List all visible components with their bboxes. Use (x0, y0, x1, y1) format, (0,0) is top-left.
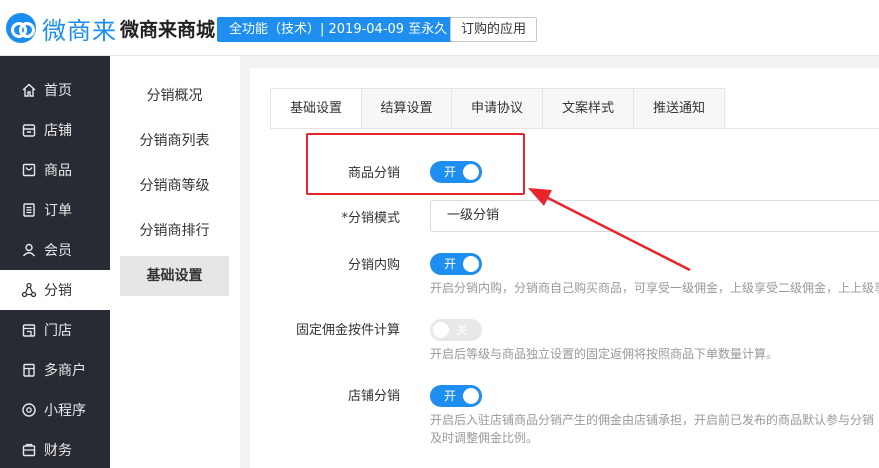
distribution-mode-label: *分销模式 (341, 211, 400, 226)
subnav-item-distributor-ranking[interactable]: 分销商排行 (120, 211, 229, 251)
sidebar-item-multi-merchant[interactable]: 多商户 (0, 350, 110, 390)
distribution-mode-select[interactable]: 一级分销 (430, 200, 879, 232)
home-icon (21, 82, 37, 98)
multi-merchant-icon (21, 362, 37, 378)
main-sidebar: 首页 店铺 商品 订单 会员 分销 门店 多商户 小程序 财务 (0, 56, 110, 468)
sidebar-item-label: 小程序 (44, 403, 86, 419)
sidebar-item-label: 分销 (44, 283, 72, 299)
tab-copy-style[interactable]: 文案样式 (543, 88, 634, 129)
sidebar-item-order[interactable]: 订单 (0, 190, 110, 230)
top-header: 微商来 微商来商城 全功能（技术）| 2019-04-09 至永久 订购的应用 (0, 0, 879, 56)
logo[interactable]: 微商来 (6, 12, 117, 45)
secondary-sidebar: 分销概况 分销商列表 分销商等级 分销商排行 基础设置 (110, 56, 240, 468)
store-name: 微商来商城 (120, 19, 216, 41)
subnav-item-overview[interactable]: 分销概况 (120, 76, 229, 116)
sidebar-item-label: 首页 (44, 83, 72, 99)
sidebar-item-label: 财务 (44, 443, 72, 459)
subnav-item-basic-settings[interactable]: 基础设置 (120, 256, 229, 296)
distribution-icon (21, 282, 37, 298)
sidebar-item-label: 店铺 (44, 123, 72, 139)
sidebar-item-mini-program[interactable]: 小程序 (0, 390, 110, 430)
sidebar-item-member[interactable]: 会员 (0, 230, 110, 270)
store-icon (21, 122, 37, 138)
settings-tabs: 基础设置 结算设置 申请协议 文案样式 推送通知 (270, 88, 725, 129)
toggle-knob (463, 388, 479, 404)
sidebar-item-shop[interactable]: 门店 (0, 310, 110, 350)
member-icon (21, 242, 37, 258)
finance-icon (21, 442, 37, 458)
ordered-apps-button[interactable]: 订购的应用 (450, 17, 538, 42)
tab-underline (270, 128, 879, 129)
tab-application-agreement[interactable]: 申请协议 (452, 88, 543, 129)
sidebar-item-product[interactable]: 商品 (0, 150, 110, 190)
toggle-state-text: 开 (444, 389, 457, 403)
toggle-state-text: 开 (444, 257, 457, 271)
sidebar-item-label: 商品 (44, 163, 72, 179)
plan-badge[interactable]: 全功能（技术）| 2019-04-09 至永久 (217, 17, 460, 42)
toggle-state-text: 关 (456, 323, 469, 337)
store-distribution-hint-line2: 及时调整佣金比例。 (430, 431, 539, 445)
sidebar-item-distribution[interactable]: 分销 (0, 270, 110, 310)
highlight-box (306, 133, 525, 195)
internal-purchase-label: 分销内购 (347, 258, 400, 273)
tab-settlement-settings[interactable]: 结算设置 (362, 88, 452, 129)
product-icon (21, 162, 37, 178)
subnav-item-distributor-list[interactable]: 分销商列表 (120, 121, 229, 161)
tab-basic-settings[interactable]: 基础设置 (270, 88, 362, 129)
internal-purchase-hint: 开启分销内购，分销商自己购买商品，可享受一级佣金，上级享受二级佣金，上上级享 (430, 281, 879, 295)
sidebar-item-label: 订单 (44, 203, 72, 219)
sidebar-item-label: 门店 (44, 323, 72, 339)
settings-panel: 基础设置 结算设置 申请协议 文案样式 推送通知 商品分销 开 *分销模式 一级… (250, 68, 879, 468)
sidebar-item-finance[interactable]: 财务 (0, 430, 110, 468)
fixed-commission-hint: 开启后等级与商品独立设置的固定返佣将按照商品下单数量计算。 (430, 347, 779, 361)
sidebar-item-store[interactable]: 店铺 (0, 110, 110, 150)
logo-text: 微商来 (42, 16, 117, 45)
toggle-knob (433, 322, 449, 338)
mini-program-icon (21, 402, 37, 418)
store-distribution-toggle[interactable]: 开 (430, 385, 482, 407)
internal-purchase-toggle[interactable]: 开 (430, 253, 482, 275)
fixed-commission-toggle[interactable]: 关 (430, 319, 482, 341)
tab-push-notification[interactable]: 推送通知 (634, 88, 725, 129)
toggle-knob (463, 256, 479, 272)
shop-icon (21, 322, 37, 338)
fixed-commission-label: 固定佣金按件计算 (295, 323, 400, 338)
sidebar-item-label: 会员 (44, 243, 72, 259)
sidebar-item-label: 多商户 (44, 363, 86, 379)
store-distribution-hint-line1: 开启后入驻店铺商品分销产生的佣金由店铺承担，开启前已发布的商品默认参与分销 (430, 413, 875, 427)
store-distribution-label: 店铺分销 (347, 389, 400, 404)
order-icon (21, 202, 37, 218)
logo-mark-icon (6, 13, 36, 43)
sidebar-item-home[interactable]: 首页 (0, 70, 110, 110)
subnav-item-distributor-level[interactable]: 分销商等级 (120, 166, 229, 206)
